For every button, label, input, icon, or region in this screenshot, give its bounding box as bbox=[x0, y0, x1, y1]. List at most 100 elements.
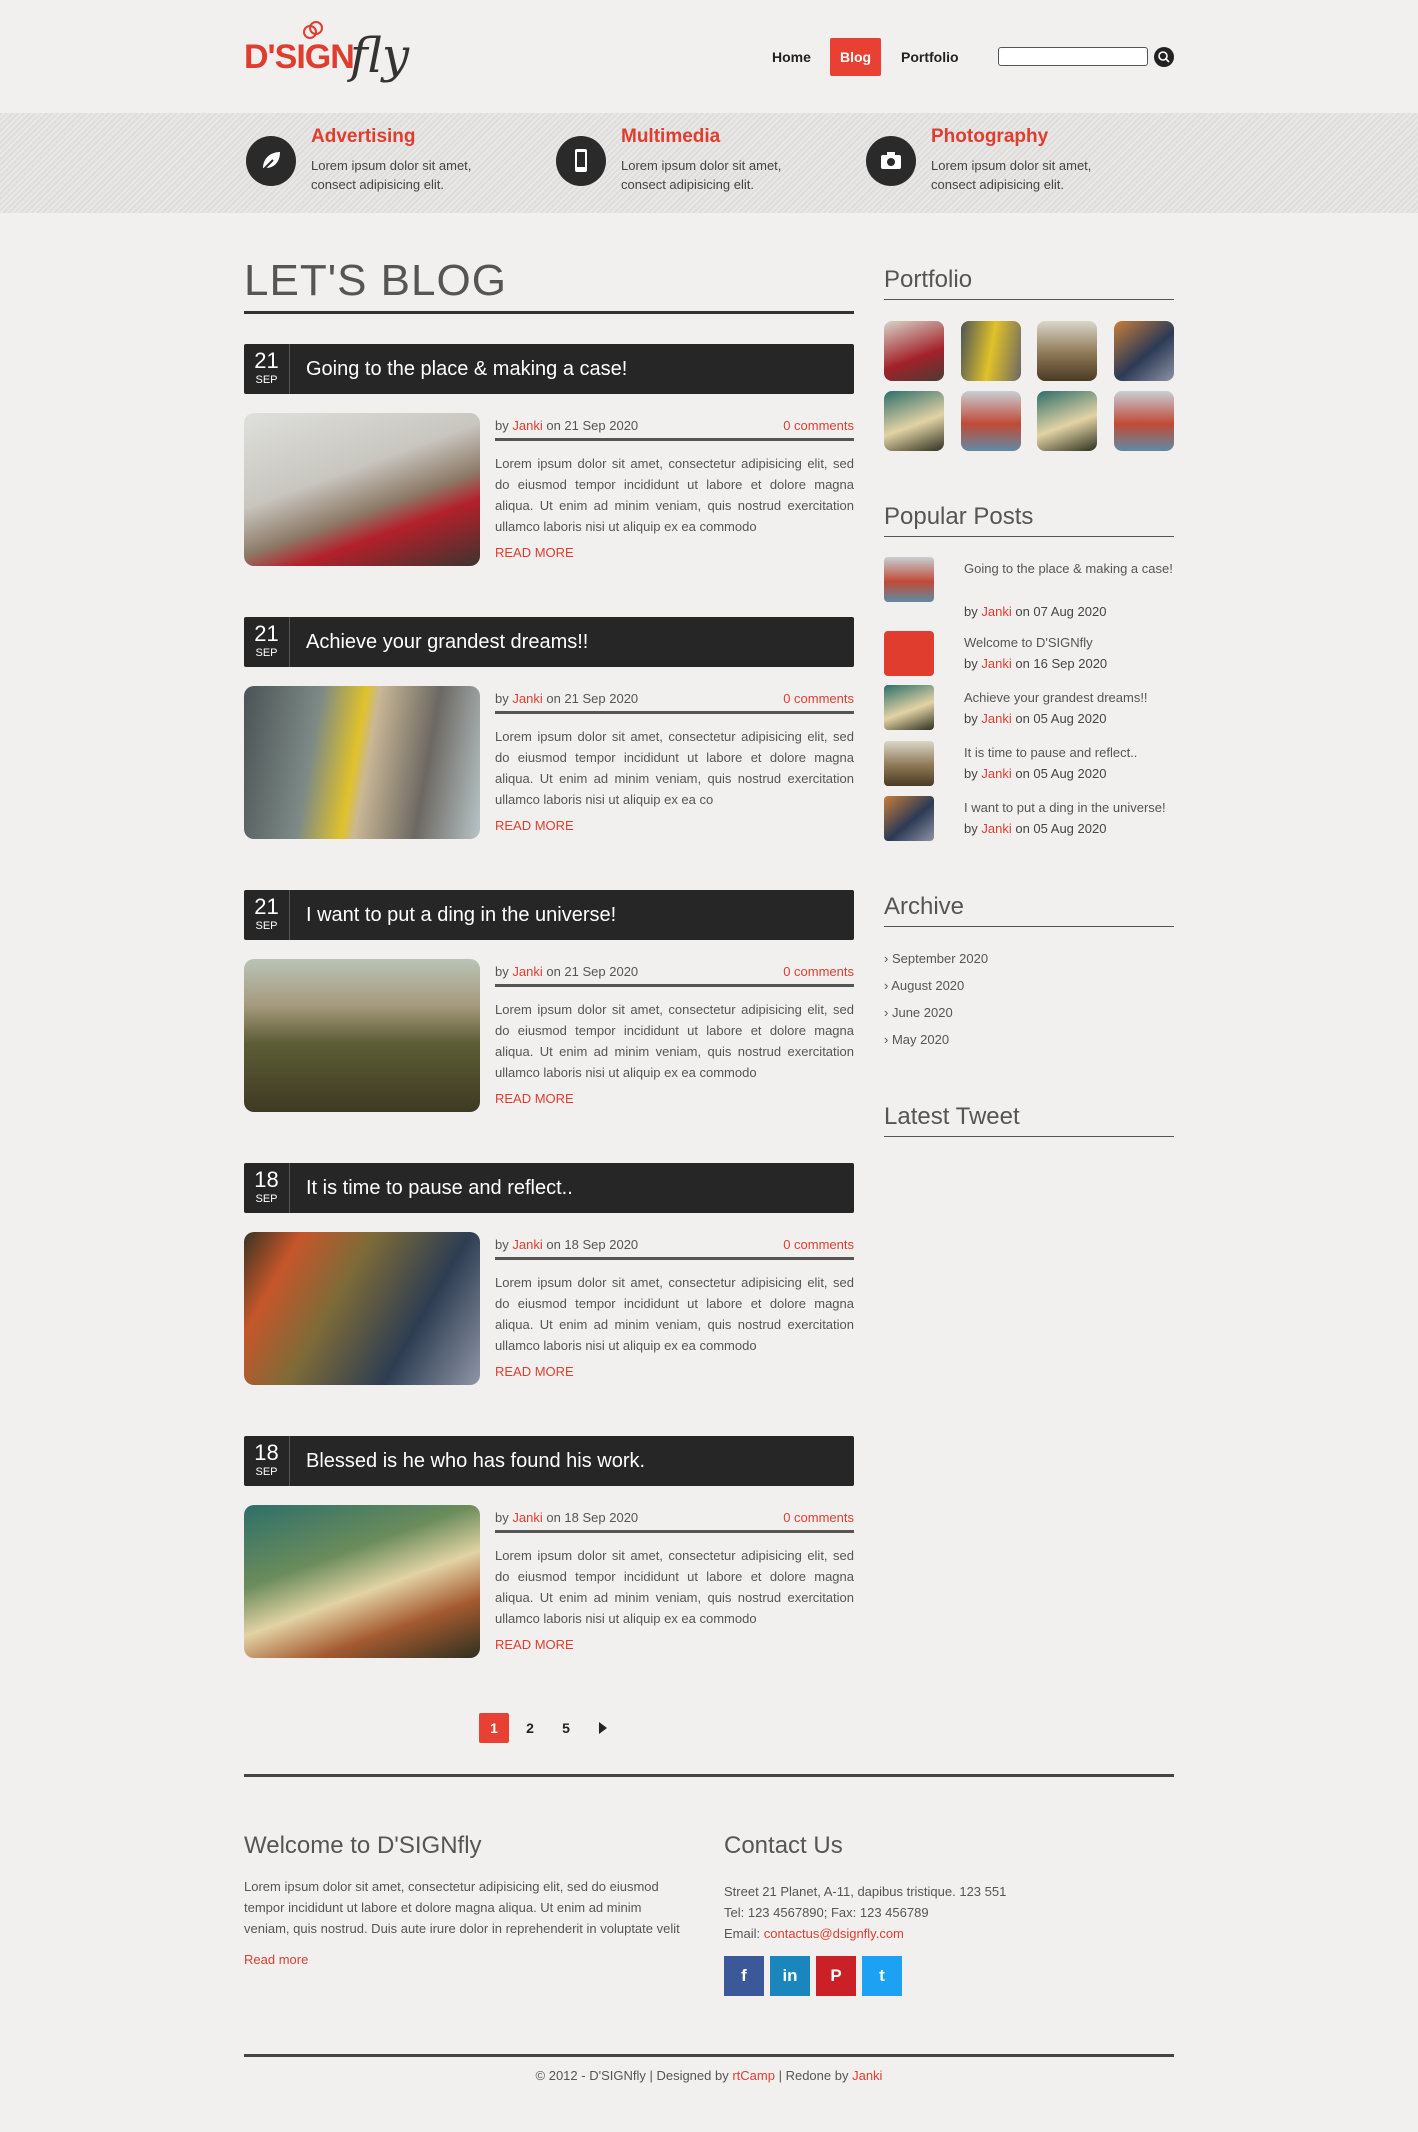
comments-link[interactable]: 0 comments bbox=[783, 691, 854, 706]
comments-link[interactable]: 0 comments bbox=[783, 964, 854, 979]
post-thumbnail[interactable] bbox=[244, 686, 480, 839]
post-title[interactable]: I want to put a ding in the universe! bbox=[306, 890, 616, 940]
read-more-link[interactable]: READ MORE bbox=[495, 1637, 574, 1652]
post-header: 21 SEP I want to put a ding in the univer… bbox=[244, 890, 854, 940]
author-link[interactable]: Janki bbox=[512, 691, 542, 706]
facebook-icon[interactable]: f bbox=[724, 1956, 764, 1996]
post-meta: by Janki on 21 Sep 2020 0 comments bbox=[495, 418, 854, 433]
post-thumbnail[interactable] bbox=[244, 1232, 480, 1385]
author-link[interactable]: Janki bbox=[981, 656, 1011, 671]
page-1-button[interactable]: 1 bbox=[479, 1713, 509, 1743]
redone-by-link[interactable]: Janki bbox=[852, 2068, 882, 2083]
portfolio-thumb[interactable] bbox=[961, 321, 1021, 381]
popular-post-thumb[interactable] bbox=[884, 631, 934, 676]
contact-heading: Contact Us bbox=[724, 1832, 843, 1859]
footer-welcome-text: Lorem ipsum dolor sit amet, consectetur … bbox=[244, 1879, 680, 1936]
author-link[interactable]: Janki bbox=[512, 418, 542, 433]
portfolio-thumb[interactable] bbox=[1114, 321, 1174, 381]
popular-post-thumb[interactable] bbox=[884, 557, 934, 602]
popular-post-title[interactable]: Achieve your grandest dreams!! bbox=[964, 688, 1174, 708]
divider bbox=[495, 984, 854, 987]
read-more-link[interactable]: READ MORE bbox=[495, 1364, 574, 1379]
author-link[interactable]: Janki bbox=[512, 1510, 542, 1525]
meta-by: by bbox=[495, 691, 509, 706]
popular-post-meta: by Janki on 05 Aug 2020 bbox=[964, 711, 1106, 726]
date-day: 18 bbox=[254, 1440, 279, 1465]
archive-link[interactable]: › September 2020 bbox=[884, 951, 988, 966]
divider bbox=[244, 1774, 1174, 1777]
divider bbox=[884, 926, 1174, 927]
linkedin-icon[interactable]: in bbox=[770, 1956, 810, 1996]
post-title[interactable]: Going to the place & making a case! bbox=[306, 344, 627, 394]
author-link[interactable]: Janki bbox=[512, 1237, 542, 1252]
portfolio-thumb[interactable] bbox=[961, 391, 1021, 451]
designer-link[interactable]: rtCamp bbox=[732, 2068, 775, 2083]
twitter-icon[interactable]: t bbox=[862, 1956, 902, 1996]
next-page-icon[interactable] bbox=[587, 1713, 617, 1743]
post-title[interactable]: It is time to pause and reflect.. bbox=[306, 1163, 573, 1213]
post-excerpt: Lorem ipsum dolor sit amet, consectetur … bbox=[495, 1548, 854, 1626]
divider bbox=[244, 2054, 1174, 2057]
copyright-mid: | Redone by bbox=[778, 2068, 849, 2083]
popular-posts-heading: Popular Posts bbox=[884, 503, 1034, 530]
pinterest-icon[interactable]: P bbox=[816, 1956, 856, 1996]
date-month: SEP bbox=[255, 1193, 278, 1205]
page-5-button[interactable]: 5 bbox=[551, 1713, 581, 1743]
author-link[interactable]: Janki bbox=[981, 821, 1011, 836]
service-text: Lorem ipsum dolor sit amet, consect adip… bbox=[931, 158, 1092, 192]
read-more-link[interactable]: READ MORE bbox=[495, 818, 574, 833]
email-link[interactable]: contactus@dsignfly.com bbox=[764, 1926, 904, 1941]
archive-link[interactable]: › May 2020 bbox=[884, 1032, 949, 1047]
meta-by: by bbox=[964, 711, 978, 726]
popular-post-title[interactable]: It is time to pause and reflect.. bbox=[964, 743, 1174, 763]
author-link[interactable]: Janki bbox=[512, 964, 542, 979]
popular-post-thumb[interactable] bbox=[884, 796, 934, 841]
post-thumbnail[interactable] bbox=[244, 959, 480, 1112]
archive-link[interactable]: › August 2020 bbox=[884, 978, 964, 993]
popular-post-title[interactable]: I want to put a ding in the universe! bbox=[964, 798, 1174, 818]
author-link[interactable]: Janki bbox=[981, 604, 1011, 619]
popular-post-title[interactable]: Going to the place & making a case! bbox=[964, 559, 1174, 579]
nav-portfolio[interactable]: Portfolio bbox=[891, 38, 969, 76]
meta-date: on 21 Sep 2020 bbox=[546, 418, 639, 433]
search-icon[interactable] bbox=[1154, 47, 1174, 67]
service-text: Lorem ipsum dolor sit amet, consect adip… bbox=[621, 158, 782, 192]
author-link[interactable]: Janki bbox=[981, 711, 1011, 726]
date-day: 21 bbox=[254, 621, 279, 646]
comments-link[interactable]: 0 comments bbox=[783, 1237, 854, 1252]
leaf-icon bbox=[246, 136, 296, 186]
comments-link[interactable]: 0 comments bbox=[783, 1510, 854, 1525]
logo[interactable]: D'SIGN fly bbox=[244, 18, 434, 98]
portfolio-thumb[interactable] bbox=[884, 391, 944, 451]
read-more-link[interactable]: READ MORE bbox=[495, 1091, 574, 1106]
date-month: SEP bbox=[255, 1466, 278, 1478]
meta-by: by bbox=[964, 656, 978, 671]
portfolio-thumb[interactable] bbox=[1114, 391, 1174, 451]
nav-blog[interactable]: Blog bbox=[830, 38, 882, 76]
search-input[interactable] bbox=[998, 47, 1148, 66]
logo-main: D'SIGN bbox=[244, 38, 355, 76]
post-title[interactable]: Blessed is he who has found his work. bbox=[306, 1436, 645, 1486]
footer-read-more-link[interactable]: Read more bbox=[244, 1952, 308, 1967]
popular-post-thumb[interactable] bbox=[884, 741, 934, 786]
archive-link[interactable]: › June 2020 bbox=[884, 1005, 953, 1020]
post-thumbnail[interactable] bbox=[244, 1505, 480, 1658]
meta-date: on 21 Sep 2020 bbox=[546, 691, 639, 706]
divider bbox=[495, 711, 854, 714]
post-title[interactable]: Achieve your grandest dreams!! bbox=[306, 617, 588, 667]
post-header: 18 SEP Blessed is he who has found his wo… bbox=[244, 1436, 854, 1486]
nav-home[interactable]: Home bbox=[762, 38, 821, 76]
popular-post-title[interactable]: Welcome to D'SIGNfly bbox=[964, 633, 1174, 653]
read-more-link[interactable]: READ MORE bbox=[495, 545, 574, 560]
portfolio-thumb[interactable] bbox=[884, 321, 944, 381]
archive-heading: Archive bbox=[884, 893, 965, 920]
page-2-button[interactable]: 2 bbox=[515, 1713, 545, 1743]
copyright: © 2012 - D'SIGNfly | Designed by rtCamp … bbox=[0, 2068, 1418, 2083]
portfolio-thumb[interactable] bbox=[1037, 321, 1097, 381]
portfolio-thumb[interactable] bbox=[1037, 391, 1097, 451]
comments-link[interactable]: 0 comments bbox=[783, 418, 854, 433]
post-thumbnail[interactable] bbox=[244, 413, 480, 566]
author-link[interactable]: Janki bbox=[981, 766, 1011, 781]
popular-post-thumb[interactable] bbox=[884, 685, 934, 730]
service-title: Photography bbox=[931, 126, 1049, 147]
